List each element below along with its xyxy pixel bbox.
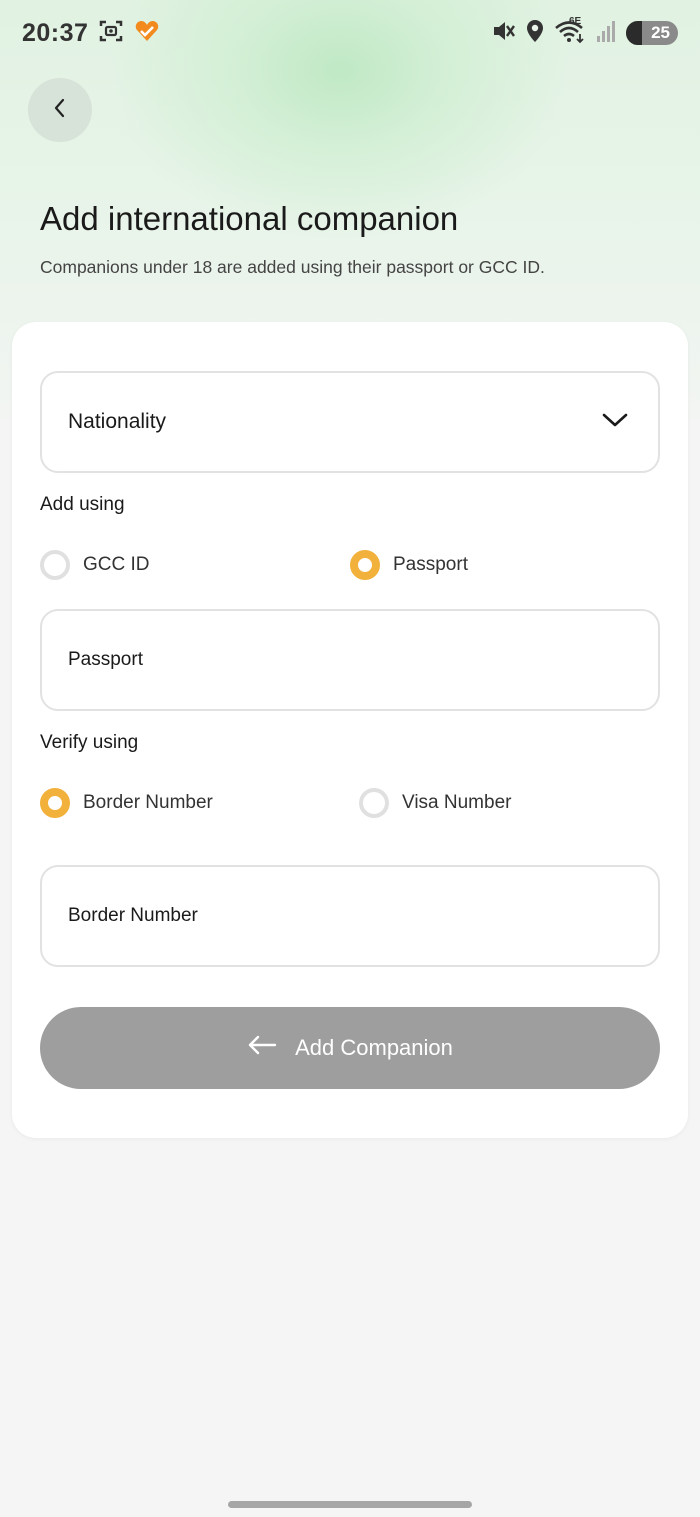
radio-gcc-id[interactable]: GCC ID xyxy=(40,550,150,580)
radio-passport-label: Passport xyxy=(393,554,468,575)
nationality-label: Nationality xyxy=(68,410,167,433)
radio-border-number-label: Border Number xyxy=(83,792,213,813)
chevron-left-icon xyxy=(50,97,70,124)
health-app-icon xyxy=(134,18,160,49)
radio-visa-number-label: Visa Number xyxy=(402,792,512,813)
chevron-down-icon xyxy=(602,410,628,434)
verify-using-label: Verify using xyxy=(40,732,139,753)
status-time: 20:37 xyxy=(22,18,89,47)
nationality-select[interactable]: Nationality xyxy=(40,371,660,473)
battery-icon: 25 xyxy=(626,21,678,45)
status-right: 6E 25 xyxy=(490,15,678,49)
status-left: 20:37 xyxy=(22,18,160,49)
back-button[interactable] xyxy=(28,78,92,142)
page-title: Add international companion xyxy=(40,200,459,237)
radio-circle-selected xyxy=(350,550,380,580)
add-companion-label: Add Companion xyxy=(295,1035,453,1060)
status-bar: 20:37 6E 25 xyxy=(0,0,700,66)
add-using-label: Add using xyxy=(40,494,125,515)
passport-input[interactable]: Passport xyxy=(40,609,660,711)
add-companion-button[interactable]: Add Companion xyxy=(40,1007,660,1089)
border-number-placeholder: Border Number xyxy=(68,905,198,926)
radio-gcc-id-label: GCC ID xyxy=(83,554,150,575)
radio-passport[interactable]: Passport xyxy=(350,550,468,580)
network-label: 6E xyxy=(569,15,582,27)
home-indicator[interactable] xyxy=(228,1501,472,1508)
radio-circle xyxy=(359,788,389,818)
arrow-left-icon xyxy=(247,1035,277,1061)
passport-placeholder: Passport xyxy=(68,649,143,670)
battery-level: 25 xyxy=(651,23,670,42)
location-icon xyxy=(524,18,546,49)
page-subtitle: Companions under 18 are added using thei… xyxy=(40,257,545,277)
radio-circle-selected xyxy=(40,788,70,818)
radio-border-number[interactable]: Border Number xyxy=(40,788,213,818)
wifi-icon: 6E xyxy=(554,15,588,49)
signal-icon xyxy=(596,19,618,48)
companion-form-card: Nationality Add using GCC ID Passport Pa… xyxy=(12,322,688,1138)
radio-visa-number[interactable]: Visa Number xyxy=(359,788,511,818)
screenshot-icon xyxy=(98,18,124,49)
mute-icon xyxy=(490,18,516,49)
battery-fill xyxy=(626,21,642,45)
border-number-input[interactable]: Border Number xyxy=(40,865,660,967)
radio-circle xyxy=(40,550,70,580)
